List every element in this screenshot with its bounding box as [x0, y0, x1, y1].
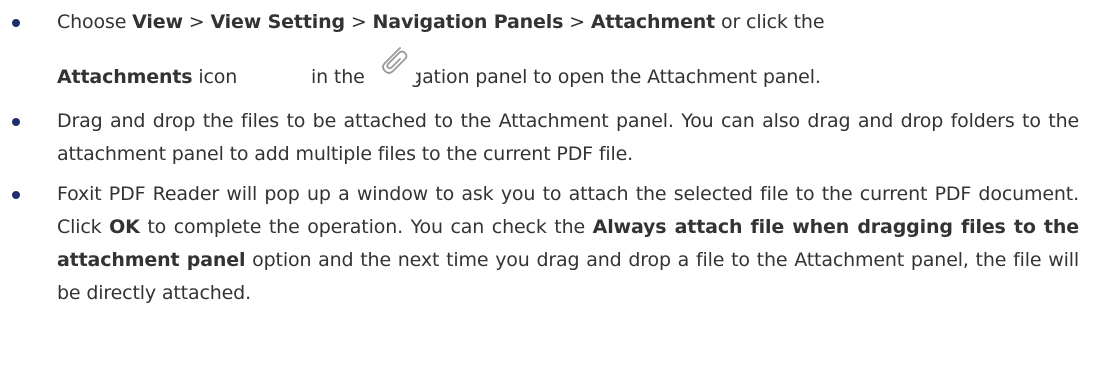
step2-text: Drag and drop the files to be attached t…	[57, 110, 1079, 165]
menu-view-setting: View Setting	[210, 11, 345, 33]
list-item-confirm-attach: Foxit PDF Reader will pop up a window to…	[0, 178, 1115, 310]
bullet	[12, 191, 20, 199]
step1-line2: Attachments icon in the navigation panel…	[57, 66, 821, 88]
menu-navigation-panels: Navigation Panels	[372, 11, 564, 33]
menu-view: View	[132, 11, 183, 33]
attachments-label: Attachments	[57, 66, 193, 88]
bullet	[12, 19, 20, 27]
menu-attachment: Attachment	[590, 11, 716, 33]
bullet	[12, 118, 20, 126]
list-item-open-attachment-panel: Choose View > View Setting > Navigation …	[0, 6, 1115, 94]
ok-label: OK	[109, 216, 140, 238]
step1-line1: Choose View > View Setting > Navigation …	[57, 11, 825, 33]
paperclip-icon	[372, 40, 416, 84]
list-item-drag-and-drop: Drag and drop the files to be attached t…	[0, 105, 1115, 171]
